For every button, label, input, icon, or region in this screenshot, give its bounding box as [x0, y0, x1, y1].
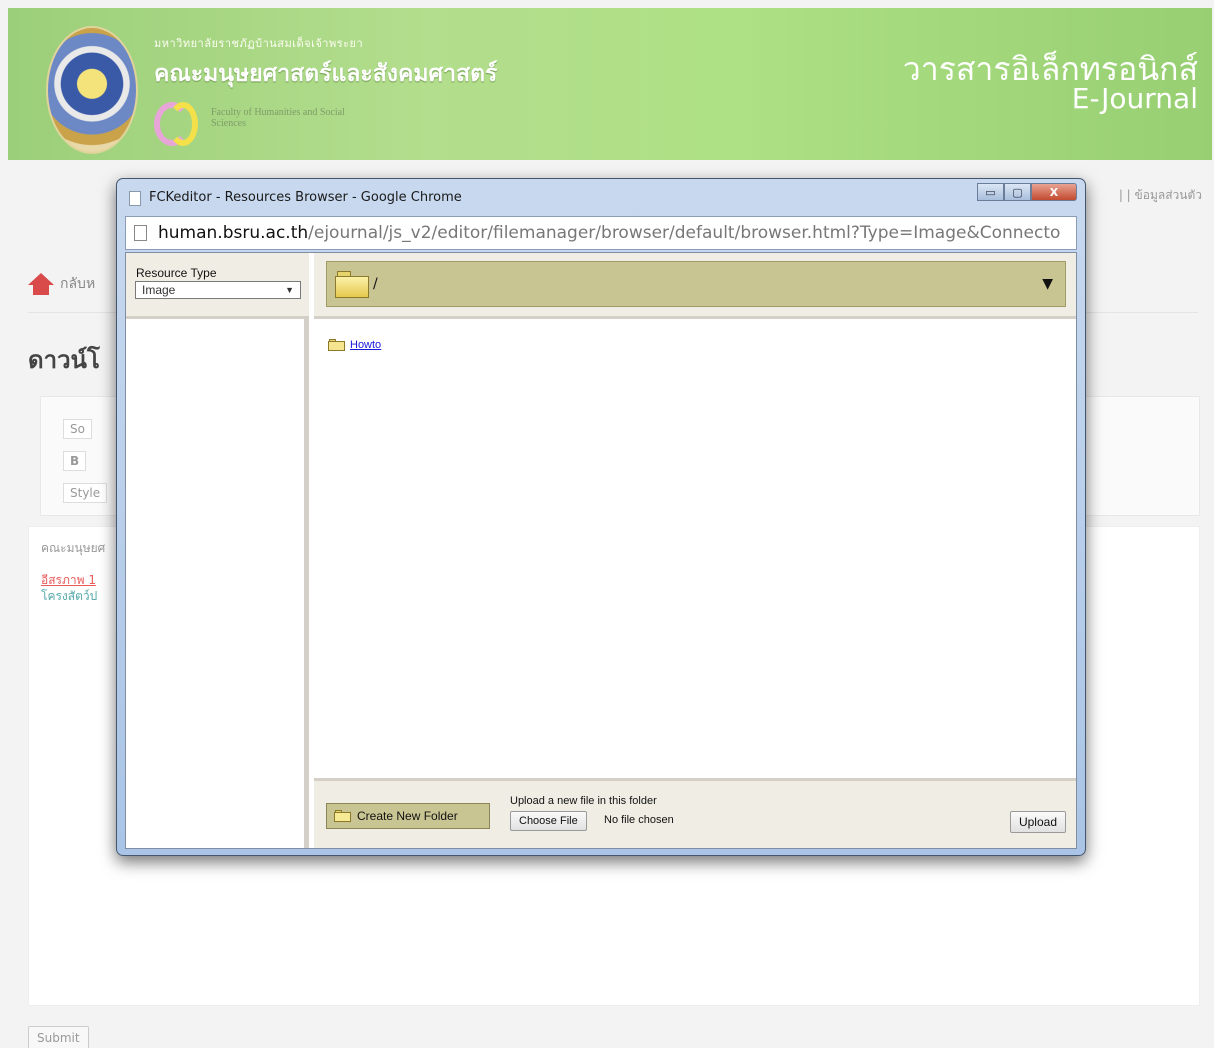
current-path: / [373, 276, 378, 292]
page-heading: ดาวน์โ [28, 345, 100, 374]
user-links[interactable]: | | ข้อมูลส่วนตัว [1119, 186, 1202, 205]
resource-type-select[interactable]: Image ▼ [135, 281, 301, 299]
folder-icon [328, 339, 345, 351]
resource-type-value: Image [142, 283, 176, 297]
url-text: human.bsru.ac.th/ejournal/js_v2/editor/f… [158, 223, 1060, 243]
editor-text-line: โครงสัตว์ป [41, 589, 98, 603]
bold-button[interactable]: B [63, 451, 87, 471]
current-folder-select[interactable]: / ▼ [326, 261, 1066, 307]
resources-browser-window: FCKeditor - Resources Browser - Google C… [116, 178, 1086, 856]
file-list: Howto [314, 322, 1076, 778]
faculty-name-en: Faculty of Humanities and Social Science… [211, 107, 345, 129]
upload-button[interactable]: Upload [1009, 811, 1066, 833]
document-icon [129, 191, 141, 206]
submit-button[interactable]: Submit [28, 1026, 89, 1048]
folder-link[interactable]: Howto [350, 339, 381, 351]
choose-file-button[interactable]: Choose File [510, 811, 587, 831]
faculty-logo [154, 102, 200, 148]
home-link[interactable]: กลับห [28, 266, 95, 302]
home-link-label: กลับห [60, 276, 96, 292]
university-name: มหาวิทยาลัยราชภัฏบ้านสมเด็จเจ้าพระยา [154, 37, 364, 50]
folder-bar: / ▼ [314, 253, 1076, 319]
chevron-down-icon: ▼ [1042, 276, 1053, 292]
close-button[interactable]: X [1031, 183, 1077, 201]
faculty-name: คณะมนุษยศาสตร์และสังคมศาสตร์ [154, 60, 498, 87]
list-item[interactable]: Howto [328, 339, 381, 351]
upload-label: Upload a new file in this folder [510, 795, 657, 807]
chevron-down-icon: ▼ [285, 285, 294, 295]
window-controls: ▭ ▢ X [977, 183, 1077, 201]
editor-text-line: คณะมนุษยศ [41, 541, 106, 555]
upload-bar: Create New Folder Upload a new file in t… [314, 778, 1076, 848]
right-pane: / ▼ Howto Create New Folder Upload a new… [314, 253, 1076, 848]
folder-icon [334, 810, 351, 822]
resource-type-label: Resource Type [136, 266, 217, 280]
page-icon [134, 225, 147, 241]
home-icon [28, 273, 54, 295]
resource-type-panel: Resource Type Image ▼ [126, 253, 309, 319]
left-pane: Resource Type Image ▼ [126, 253, 309, 848]
source-button[interactable]: So [63, 419, 92, 439]
style-select[interactable]: Style [63, 483, 108, 503]
journal-title-en: E-Journal [1071, 82, 1198, 115]
window-title: FCKeditor - Resources Browser - Google C… [149, 190, 462, 205]
browser-content: Resource Type Image ▼ / ▼ Howto Create N… [125, 252, 1077, 849]
folder-icon [335, 271, 369, 299]
site-header: มหาวิทยาลัยราชภัฏบ้านสมเด็จเจ้าพระยา คณะ… [8, 8, 1212, 160]
address-bar[interactable]: human.bsru.ac.th/ejournal/js_v2/editor/f… [125, 216, 1077, 250]
maximize-button[interactable]: ▢ [1004, 183, 1031, 201]
url-path: /ejournal/js_v2/editor/filemanager/brows… [308, 223, 1061, 243]
minimize-button[interactable]: ▭ [977, 183, 1004, 201]
url-host: human.bsru.ac.th [158, 223, 309, 243]
create-folder-button[interactable]: Create New Folder [326, 803, 490, 829]
file-status: No file chosen [604, 814, 674, 826]
university-seal-logo [46, 26, 138, 154]
create-folder-label: Create New Folder [357, 809, 458, 823]
window-titlebar[interactable]: FCKeditor - Resources Browser - Google C… [117, 179, 1085, 215]
